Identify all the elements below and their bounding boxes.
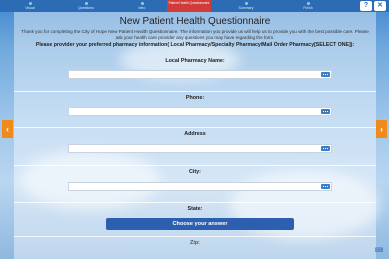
chevron-right-icon: ›	[380, 124, 383, 134]
divider	[14, 202, 376, 203]
intro-text: Thank you for completing the City of Hop…	[21, 29, 369, 40]
step-label: Questions	[78, 6, 94, 10]
step-label: Visual	[25, 6, 35, 10]
step-label: Intro	[138, 6, 146, 10]
progress-step-summary[interactable]: Summary	[222, 0, 270, 12]
previous-page-button[interactable]: ‹	[2, 120, 13, 138]
city-label: City:	[189, 169, 201, 175]
questionnaire-panel: New Patient Health Questionnaire Thank y…	[14, 12, 376, 259]
keyboard-icon[interactable]	[321, 72, 330, 78]
phone-field[interactable]	[68, 107, 332, 116]
step-label: Summary	[238, 6, 254, 10]
question-text: Please provider your preferred pharmacy …	[35, 42, 355, 48]
chevron-left-icon: ‹	[6, 124, 9, 134]
address-field[interactable]	[68, 144, 332, 153]
progress-steps: Visual Questions Intro Patient Health Qu…	[6, 0, 347, 12]
step-dot-icon	[28, 2, 32, 5]
progress-bar: Visual Questions Intro Patient Health Qu…	[0, 0, 389, 12]
progress-step-intro[interactable]: Intro	[118, 0, 166, 12]
address-label: Address	[184, 131, 206, 137]
state-label: State:	[187, 206, 203, 212]
step-dot-icon	[140, 2, 144, 5]
keyboard-icon[interactable]	[321, 109, 330, 115]
progress-step-visual[interactable]: Visual	[6, 0, 54, 12]
step-dot-icon	[306, 2, 310, 5]
next-page-button[interactable]: ›	[376, 120, 387, 138]
keyboard-icon[interactable]	[321, 146, 330, 152]
progress-step-questionnaire[interactable]: Patient Health Questionnaire	[167, 0, 211, 12]
divider	[14, 165, 376, 166]
step-dot-icon	[244, 2, 248, 5]
divider	[14, 236, 376, 237]
phone-label: Phone:	[185, 95, 205, 101]
page-title: New Patient Health Questionnaire	[119, 16, 271, 27]
step-dot-icon	[84, 2, 88, 5]
divider	[14, 127, 376, 128]
close-icon[interactable]: ✕	[374, 1, 386, 11]
pharmacy-name-label: Local Pharmacy Name:	[165, 58, 225, 64]
pharmacy-name-field[interactable]	[68, 70, 332, 79]
city-field[interactable]	[68, 182, 332, 191]
progress-step-finish[interactable]: Finish	[284, 0, 332, 12]
keyboard-icon[interactable]	[321, 184, 330, 190]
divider	[14, 91, 376, 92]
keyboard-toggle-icon[interactable]: ⌨	[372, 247, 386, 256]
help-icon[interactable]: ?	[360, 1, 372, 11]
state-choose-button[interactable]: Choose your answer	[106, 218, 294, 230]
step-label: Finish	[303, 6, 313, 10]
progress-step-questions[interactable]: Questions	[62, 0, 110, 12]
step-label: Patient Health Questionnaire	[168, 1, 210, 5]
zip-label: Zip:	[190, 240, 200, 246]
